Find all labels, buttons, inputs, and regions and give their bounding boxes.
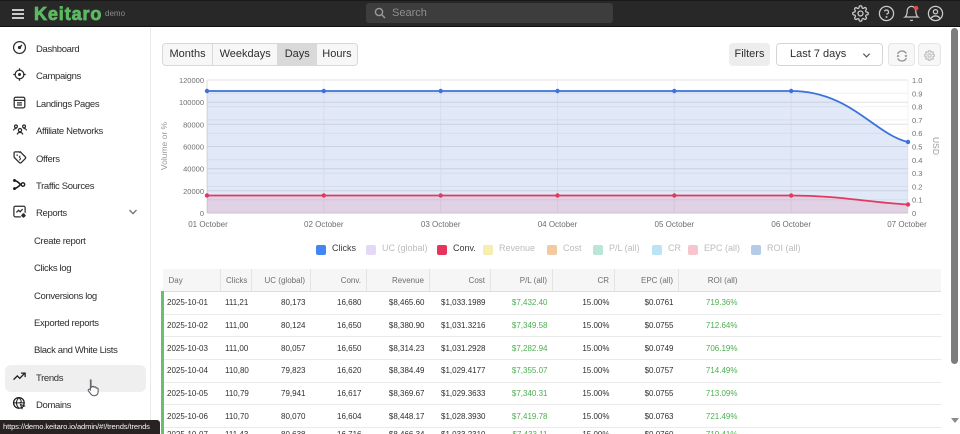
svg-text:0.6: 0.6 bbox=[912, 129, 922, 138]
svg-text:05 October: 05 October bbox=[655, 220, 695, 229]
svg-text:USD: USD bbox=[931, 137, 941, 155]
svg-text:04 October: 04 October bbox=[538, 220, 578, 229]
svg-text:0.4: 0.4 bbox=[912, 156, 922, 165]
svg-text:1.0: 1.0 bbox=[912, 76, 922, 85]
svg-text:0: 0 bbox=[200, 209, 204, 218]
svg-text:0.2: 0.2 bbox=[912, 182, 922, 191]
svg-text:03 October: 03 October bbox=[421, 220, 461, 229]
svg-text:100000: 100000 bbox=[179, 98, 204, 107]
svg-text:0: 0 bbox=[912, 209, 916, 218]
svg-text:0.8: 0.8 bbox=[912, 103, 922, 112]
svg-text:02 October: 02 October bbox=[304, 220, 344, 229]
svg-text:0.5: 0.5 bbox=[912, 143, 922, 152]
svg-text:120000: 120000 bbox=[179, 76, 204, 85]
svg-text:0.9: 0.9 bbox=[912, 89, 922, 98]
svg-text:80000: 80000 bbox=[183, 120, 204, 129]
svg-text:20000: 20000 bbox=[183, 187, 204, 196]
svg-text:40000: 40000 bbox=[183, 165, 204, 174]
svg-text:0.1: 0.1 bbox=[912, 196, 922, 205]
svg-text:06 October: 06 October bbox=[771, 220, 811, 229]
svg-text:0.7: 0.7 bbox=[912, 116, 922, 125]
svg-text:07 October: 07 October bbox=[887, 220, 927, 229]
svg-text:01 October: 01 October bbox=[188, 220, 228, 229]
svg-text:Volume or %: Volume or % bbox=[160, 121, 169, 170]
svg-text:60000: 60000 bbox=[183, 143, 204, 152]
svg-text:0.3: 0.3 bbox=[912, 169, 922, 178]
